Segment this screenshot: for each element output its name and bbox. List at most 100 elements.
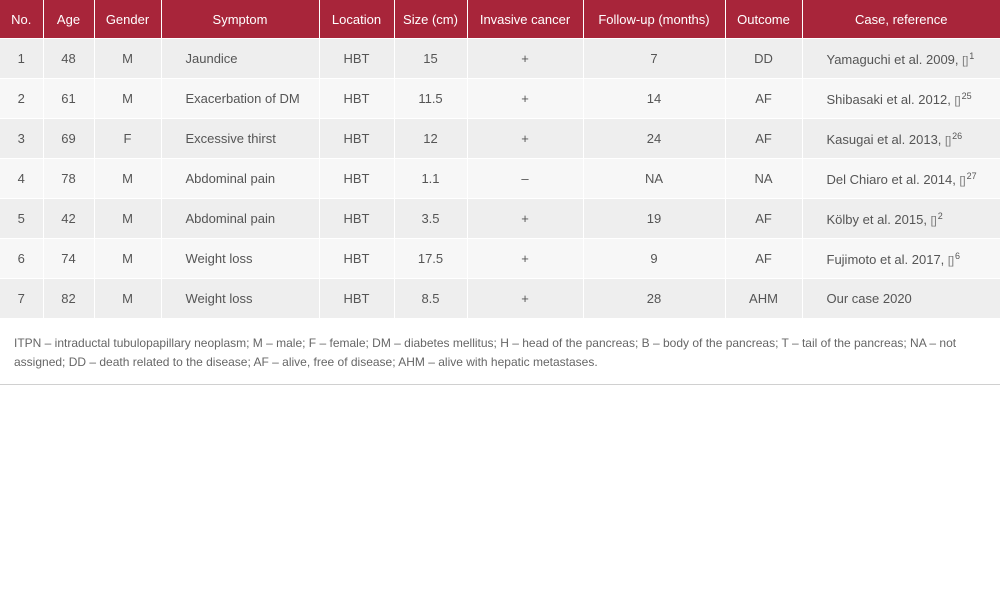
cell-symptom: Weight loss [161,278,320,318]
cell-size: 17.5 [394,238,468,279]
table-row: 5 42 M Abdominal pain HBT 3.5 + 19 AF Kö… [0,198,1000,239]
reference-number: 25 [961,90,972,101]
cell-outcome: AF [725,118,803,159]
cell-size: 15 [394,38,468,79]
reference-text: Fujimoto et al. 2017, [826,251,945,267]
cell-size: 12 [394,118,468,159]
cell-no: 5 [0,198,44,239]
cell-invasive: + [467,78,584,119]
cell-reference: Fujimoto et al. 2017, []6 [802,238,1000,279]
table-row: 3 69 F Excessive thirst HBT 12 + 24 AF K… [0,118,1000,159]
cell-no: 1 [0,38,44,79]
reference-link-mark[interactable]: [] [959,175,965,187]
cell-gender: F [94,118,162,159]
cell-no: 3 [0,118,44,159]
cell-invasive: – [467,158,584,199]
table-row: 4 78 M Abdominal pain HBT 1.1 – NA NA De… [0,158,1000,199]
cell-gender: M [94,278,162,318]
reference-text: Yamaguchi et al. 2009, [826,51,959,67]
case-table: No. Age Gender Symptom Location Size (cm… [0,0,1000,318]
table-row: 7 82 M Weight loss HBT 8.5 + 28 AHM Our … [0,278,1000,318]
cell-size: 8.5 [394,278,468,318]
reference-number: 1 [969,50,975,61]
cell-follow-up: 24 [583,118,726,159]
reference-text: Shibasaki et al. 2012, [826,91,951,107]
header-outcome: Outcome [725,0,803,39]
cell-reference: Shibasaki et al. 2012, []25 [802,78,1000,119]
reference-text: Our case 2020 [826,291,912,306]
cell-no: 6 [0,238,44,279]
cell-gender: M [94,38,162,79]
cell-symptom: Abdominal pain [161,158,320,199]
cell-invasive: + [467,198,584,239]
header-invasive-cancer: Invasive cancer [467,0,584,39]
cell-location: HBT [319,38,395,79]
cell-reference: Kasugai et al. 2013, []26 [802,118,1000,159]
cell-outcome: AF [725,198,803,239]
table-row: 1 48 M Jaundice HBT 15 + 7 DD Yamaguchi … [0,38,1000,79]
cell-location: HBT [319,78,395,119]
cell-invasive: + [467,238,584,279]
cell-invasive: + [467,118,584,159]
table-row: 6 74 M Weight loss HBT 17.5 + 9 AF Fujim… [0,238,1000,279]
cell-age: 61 [43,78,95,119]
cell-symptom: Abdominal pain [161,198,320,239]
cell-gender: M [94,78,162,119]
cell-gender: M [94,198,162,239]
header-no: No. [0,0,44,39]
cell-location: HBT [319,158,395,199]
table-header-row: No. Age Gender Symptom Location Size (cm… [0,0,1000,39]
cell-symptom: Weight loss [161,238,320,279]
cell-reference: Our case 2020 [802,278,1000,318]
cell-reference: Kölby et al. 2015, []2 [802,198,1000,239]
cell-size: 11.5 [394,78,468,119]
cell-reference: Yamaguchi et al. 2009, []1 [802,38,1000,79]
header-symptom: Symptom [161,0,320,39]
table-footnote: ITPN – intraductal tubulopapillary neopl… [0,318,1000,385]
reference-link-mark[interactable]: [] [962,55,968,67]
reference-link-mark[interactable]: [] [931,215,937,227]
cell-location: HBT [319,118,395,159]
cell-size: 3.5 [394,198,468,239]
cell-invasive: + [467,278,584,318]
cell-no: 7 [0,278,44,318]
cell-location: HBT [319,278,395,318]
reference-number: 26 [952,130,963,141]
reference-text: Kasugai et al. 2013, [826,131,942,147]
cell-symptom: Excessive thirst [161,118,320,159]
reference-link-mark[interactable]: [] [948,255,954,267]
reference-text: Del Chiaro et al. 2014, [826,171,956,187]
cell-symptom: Exacerbation of DM [161,78,320,119]
reference-number: 6 [955,250,961,261]
cell-age: 42 [43,198,95,239]
cell-follow-up: NA [583,158,726,199]
cell-location: HBT [319,238,395,279]
cell-gender: M [94,238,162,279]
header-age: Age [43,0,95,39]
cell-invasive: + [467,38,584,79]
cell-age: 48 [43,38,95,79]
cell-follow-up: 9 [583,238,726,279]
cell-outcome: AF [725,78,803,119]
cell-symptom: Jaundice [161,38,320,79]
cell-age: 82 [43,278,95,318]
cell-outcome: AF [725,238,803,279]
header-follow-up: Follow-up (months) [583,0,726,39]
reference-link-mark[interactable]: [] [954,95,960,107]
reference-link-mark[interactable]: [] [945,135,951,147]
reference-number: 2 [937,210,943,221]
cell-outcome: DD [725,38,803,79]
header-case-reference: Case, reference [802,0,1000,39]
cell-follow-up: 28 [583,278,726,318]
table-row: 2 61 M Exacerbation of DM HBT 11.5 + 14 … [0,78,1000,119]
cell-outcome: AHM [725,278,803,318]
cell-outcome: NA [725,158,803,199]
cell-age: 78 [43,158,95,199]
case-table-container: No. Age Gender Symptom Location Size (cm… [0,0,1000,385]
cell-gender: M [94,158,162,199]
cell-reference: Del Chiaro et al. 2014, []27 [802,158,1000,199]
reference-number: 27 [966,170,977,181]
cell-no: 2 [0,78,44,119]
header-size: Size (cm) [394,0,468,39]
cell-age: 74 [43,238,95,279]
